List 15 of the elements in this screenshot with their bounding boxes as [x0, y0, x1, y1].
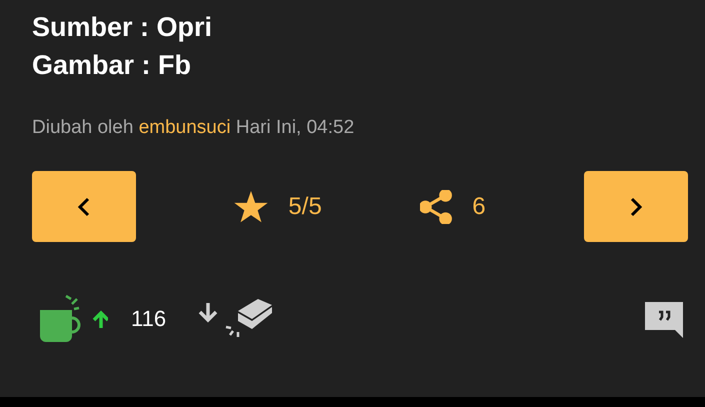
credit-line: Sumber : Opri [32, 11, 214, 44]
share-count: 6 [472, 192, 486, 220]
arrow-down-icon [198, 301, 218, 322]
mug-icon [40, 294, 80, 342]
chevron-left-icon [77, 196, 91, 216]
author-link[interactable]: embunsuci [138, 117, 231, 138]
credit-line: Gambar : Fb [32, 49, 192, 82]
rating-value: 5/5 [288, 192, 322, 220]
share-icon[interactable] [420, 190, 452, 224]
eraser-icon [224, 299, 272, 338]
chevron-right-icon [629, 196, 643, 216]
star-icon [234, 190, 268, 222]
arrow-up-icon [92, 310, 108, 330]
edit-info: Diubah oleh embunsuci Hari Ini, 04:52 [32, 117, 356, 139]
vote-count: 116 [131, 306, 166, 332]
